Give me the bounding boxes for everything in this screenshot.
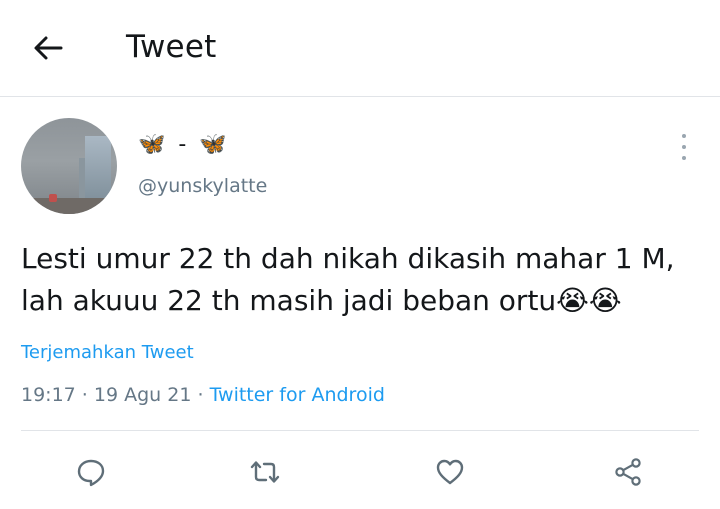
divider [21,430,699,431]
butterfly-emoji: 🦋 [138,132,166,157]
tweet-line: lah akuuu 22 th masih jadi beban ortu😭😭 [21,284,622,317]
retweet-icon [250,461,280,483]
reply-icon [77,459,105,487]
more-dot-icon [682,145,686,149]
like-icon [436,459,464,485]
share-icon [615,458,641,486]
meta-separator: · [191,384,210,406]
tweet-date: 19 Agu 21 [93,384,192,406]
retweet-button[interactable] [241,448,289,496]
more-dot-icon [682,156,686,160]
reply-button[interactable] [67,448,115,496]
butterfly-emoji: 🦋 [199,132,227,157]
more-options-button[interactable] [672,134,696,160]
tweet-line: Lesti umur 22 th dah nikah dikasih mahar… [21,242,675,275]
tweet-time: 19:17 [21,384,76,406]
meta-separator: · [75,384,94,406]
more-dot-icon [682,134,686,138]
display-name-separator: - [171,132,194,157]
arrow-left-icon [34,36,63,60]
tweet-source-link[interactable]: Twitter for Android [210,384,385,406]
translate-tweet-link[interactable]: Terjemahkan Tweet [21,342,194,363]
page-title: Tweet [126,29,217,65]
top-app-bar: Tweet [0,0,720,97]
avatar[interactable] [21,118,117,214]
author-display-name[interactable]: 🦋 - 🦋 [138,132,227,157]
tweet-text: Lesti umur 22 th dah nikah dikasih mahar… [21,238,701,322]
tweet-meta: 19:17 · 19 Agu 21 · Twitter for Android [21,384,385,406]
like-button[interactable] [426,448,474,496]
share-button[interactable] [604,448,652,496]
back-button[interactable] [28,30,68,66]
author-handle[interactable]: @yunskylatte [138,175,267,197]
